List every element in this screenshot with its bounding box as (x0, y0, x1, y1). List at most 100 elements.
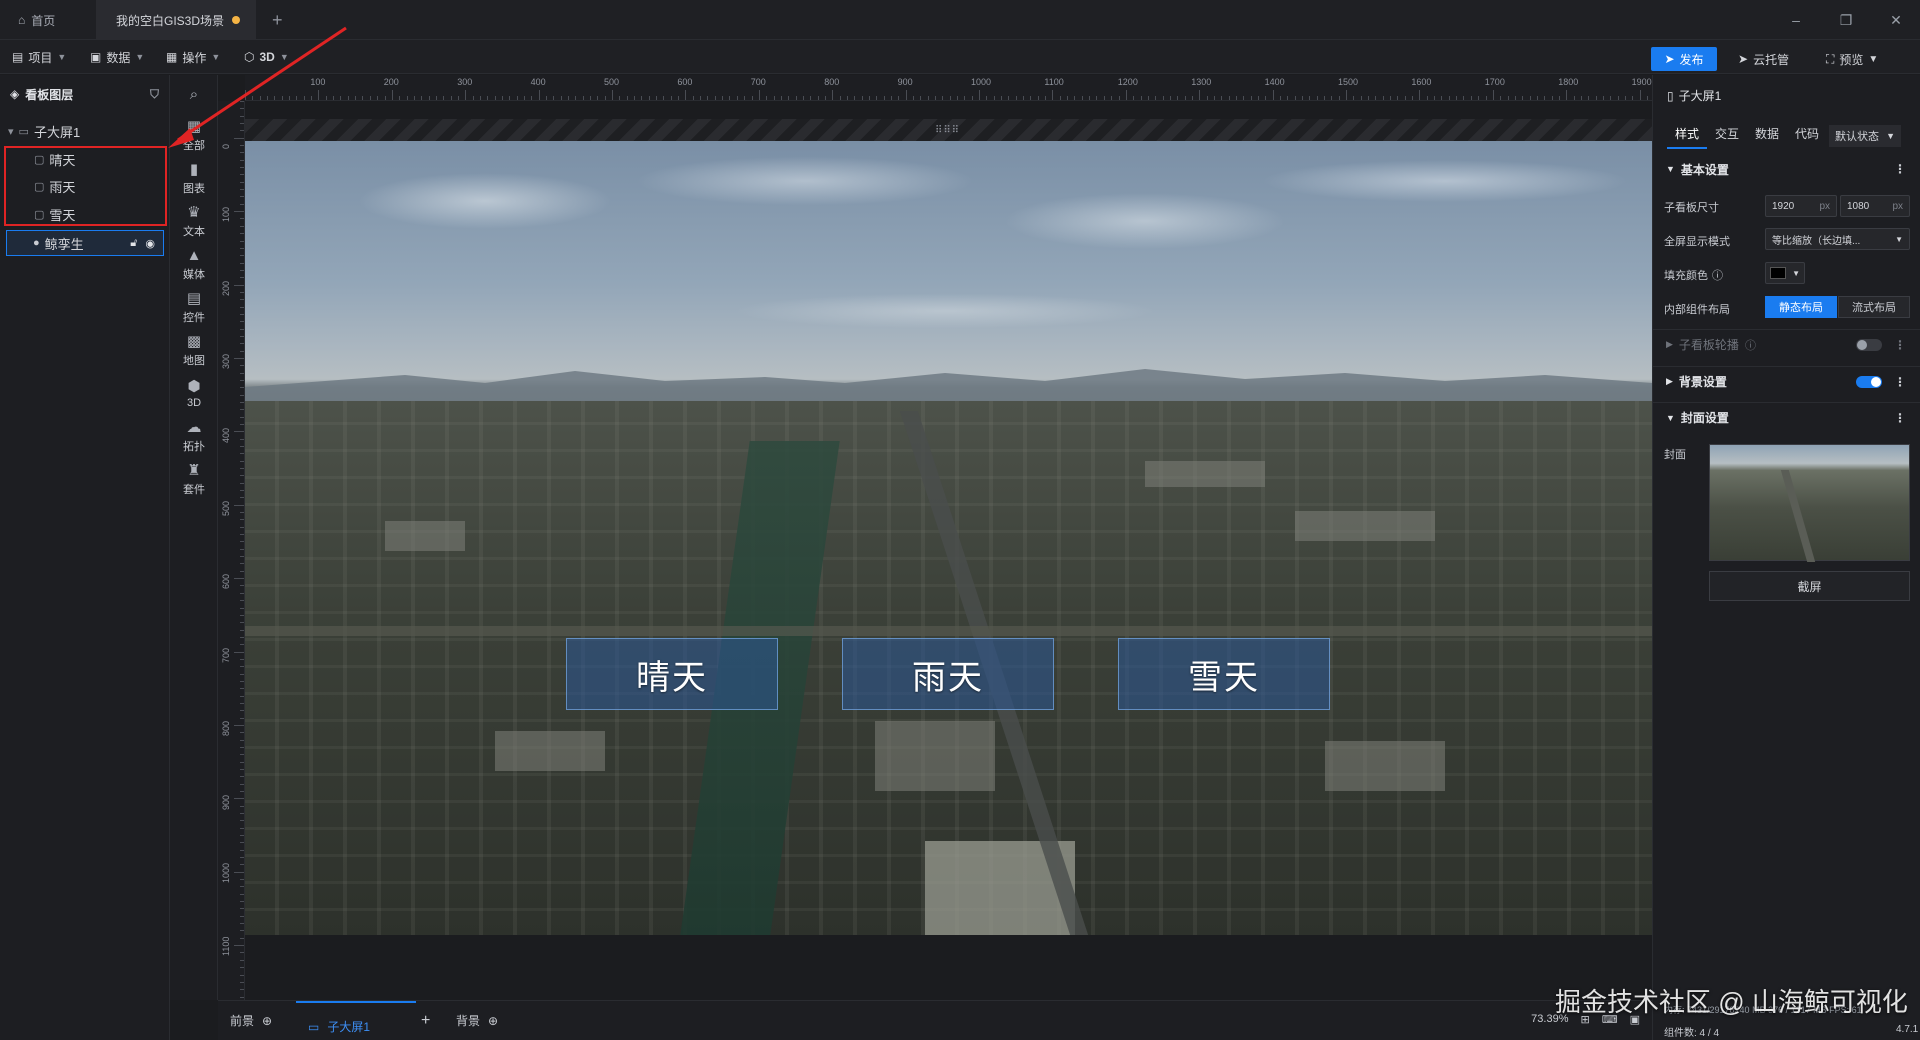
fill-color-label-group: 填充颜色 ⓘ (1664, 267, 1723, 283)
menu-project[interactable]: ▤ 项目 ▼ (12, 47, 66, 67)
add-circle-icon[interactable]: ⊕ (488, 1014, 498, 1028)
minimize-icon[interactable]: – (1786, 10, 1806, 30)
close-icon[interactable]: ✕ (1886, 10, 1906, 30)
ruler-tick-label: 900 (897, 77, 913, 87)
ruler-tick (1052, 90, 1054, 100)
sunny-button[interactable]: 晴天 (566, 638, 778, 710)
ruler-tick (240, 768, 244, 770)
rail-item-chart[interactable]: ▮ 图表 (170, 157, 218, 201)
button-component-icon: ▢ (34, 180, 45, 193)
preview-button[interactable]: ⛶ 预览 ▼ (1826, 47, 1878, 71)
drag-handle-icon[interactable]: ⠿⠿⠿ (935, 125, 960, 136)
fill-color-picker[interactable]: ▼ (1765, 262, 1805, 284)
foreground-tab[interactable]: 前景 ⊕ (230, 1012, 272, 1029)
ruler-tick (1265, 96, 1267, 100)
layer-item-twin[interactable]: ● 鲸孪生 🔓︎ ◉ (6, 230, 164, 256)
cover-thumbnail[interactable] (1709, 444, 1910, 561)
search-button[interactable]: ⌕ (170, 75, 218, 115)
ruler-tick (240, 343, 244, 345)
rail-item-kit[interactable]: ♜ 套件 (170, 458, 218, 502)
ruler-tick (1602, 96, 1604, 100)
background-tab[interactable]: 背景 ⊕ (456, 1012, 498, 1029)
ruler-tick (240, 563, 244, 565)
layout-static-button[interactable]: 静态布局 (1765, 296, 1837, 318)
ruler-tick (443, 96, 445, 100)
layer-item-snowy[interactable]: ▢ 雪天 (0, 201, 170, 227)
cloud-host-button[interactable]: ➤ 云托管 (1738, 47, 1789, 71)
rail-item-topology[interactable]: ☁ 拓扑 (170, 415, 218, 459)
ruler-tick (234, 431, 244, 433)
ruler-tick (259, 96, 261, 100)
layout-flow-button[interactable]: 流式布局 (1838, 296, 1910, 318)
ruler-tick (234, 357, 244, 359)
panel-tabs: 样式 交互 数据 代码 默认状态 ▼ (1667, 125, 1915, 149)
menu-data[interactable]: ▣ 数据 ▼ (90, 47, 144, 67)
rail-item-3d[interactable]: ⬢ 3D (170, 372, 218, 416)
rail-item-map[interactable]: ▩ 地图 (170, 329, 218, 373)
restore-icon[interactable]: ❐ (1836, 10, 1856, 30)
layer-root-label: 子大屏1 (33, 124, 81, 140)
width-input[interactable]: 1920 px (1765, 195, 1837, 217)
ruler-tick (957, 96, 958, 100)
ruler-tick-label: 1100 (221, 937, 231, 957)
background-toggle[interactable] (1856, 375, 1882, 388)
section-background[interactable]: ▶ 背景设置 ⋮ (1652, 366, 1920, 396)
layer-item-root[interactable]: ▾ ▭ 子大屏1 (0, 118, 170, 144)
add-tab-button[interactable]: + (272, 0, 283, 40)
tab-style[interactable]: 样式 (1667, 125, 1707, 149)
rail-item-control[interactable]: ▤ 控件 (170, 286, 218, 330)
ruler-tick (802, 96, 804, 100)
tab-data[interactable]: 数据 (1747, 125, 1787, 149)
ruler-tick (240, 130, 244, 132)
help-icon[interactable]: ⓘ (1712, 267, 1723, 283)
screen-tab[interactable]: ▭ 子大屏1 (296, 1001, 416, 1040)
menu-operate[interactable]: ▦ 操作 ▼ (166, 47, 220, 67)
map-icon: ▩ (186, 333, 202, 350)
add-circle-icon[interactable]: ⊕ (262, 1014, 272, 1028)
menu-3d[interactable]: ⬡ 3D ▼ (244, 47, 289, 67)
rail-item-media[interactable]: ▲ 媒体 (170, 243, 218, 287)
capture-button[interactable]: 截屏 (1709, 571, 1910, 601)
tab-scene[interactable]: 我的空白GIS3D场景 (96, 0, 256, 40)
fullscreen-mode-select[interactable]: 等比缩放（长边填... ▼ (1765, 228, 1910, 250)
snowy-button[interactable]: 雪天 (1118, 638, 1330, 710)
carousel-toggle[interactable] (1856, 338, 1882, 351)
ruler-tick (1566, 90, 1568, 100)
layer-item-rainy[interactable]: ▢ 雨天 (0, 173, 170, 199)
help-icon[interactable]: ⓘ (1745, 337, 1756, 353)
height-input[interactable]: 1080 px (1840, 195, 1910, 217)
gis-3d-scene[interactable] (245, 141, 1652, 935)
more-vertical-icon[interactable]: ⋮ (1894, 411, 1906, 425)
rail-item-text[interactable]: ♛ 文本 (170, 200, 218, 244)
building-block (1145, 461, 1265, 487)
add-screen-button[interactable]: + (421, 1012, 430, 1030)
unlock-icon[interactable]: 🔓︎ (130, 237, 137, 250)
rainy-button[interactable]: 雨天 (842, 638, 1054, 710)
tab-interaction[interactable]: 交互 (1707, 125, 1747, 149)
state-select[interactable]: 默认状态 ▼ (1829, 125, 1901, 147)
section-basic[interactable]: ▼ 基本设置 ⋮ (1652, 154, 1920, 184)
ruler-tick (854, 96, 856, 100)
tab-home[interactable]: ⌂ 首页 (18, 0, 55, 40)
rail-item-all[interactable]: ▦ 全部 (170, 114, 218, 158)
ruler-tick (240, 350, 244, 352)
ruler-tick (240, 189, 244, 191)
canvas-area[interactable]: ⠿⠿⠿ 晴天 雨天 雪天 (245, 101, 1652, 1000)
tab-code[interactable]: 代码 (1787, 125, 1827, 149)
more-vertical-icon[interactable]: ⋮ (1894, 375, 1906, 389)
ruler-tick (240, 424, 244, 425)
ruler-tick (597, 96, 599, 100)
ruler-tick-label: 1700 (1484, 77, 1505, 87)
layer-item-sunny[interactable]: ▢ 晴天 (0, 146, 170, 172)
eye-icon[interactable]: ◉ (145, 237, 155, 250)
section-carousel[interactable]: ▶ 子看板轮播 ⓘ ⋮ (1652, 329, 1920, 359)
ruler-tick (1382, 96, 1384, 100)
ruler-tick (993, 96, 995, 100)
more-vertical-icon[interactable]: ⋮ (1894, 162, 1906, 176)
ruler-tick (1243, 96, 1245, 100)
section-cover[interactable]: ▼ 封面设置 ⋮ (1652, 402, 1920, 432)
filter-icon[interactable]: ⛉ (150, 87, 159, 102)
publish-button[interactable]: ➤ 发布 (1651, 47, 1717, 71)
more-vertical-icon[interactable]: ⋮ (1894, 338, 1906, 352)
building-block (385, 521, 465, 551)
